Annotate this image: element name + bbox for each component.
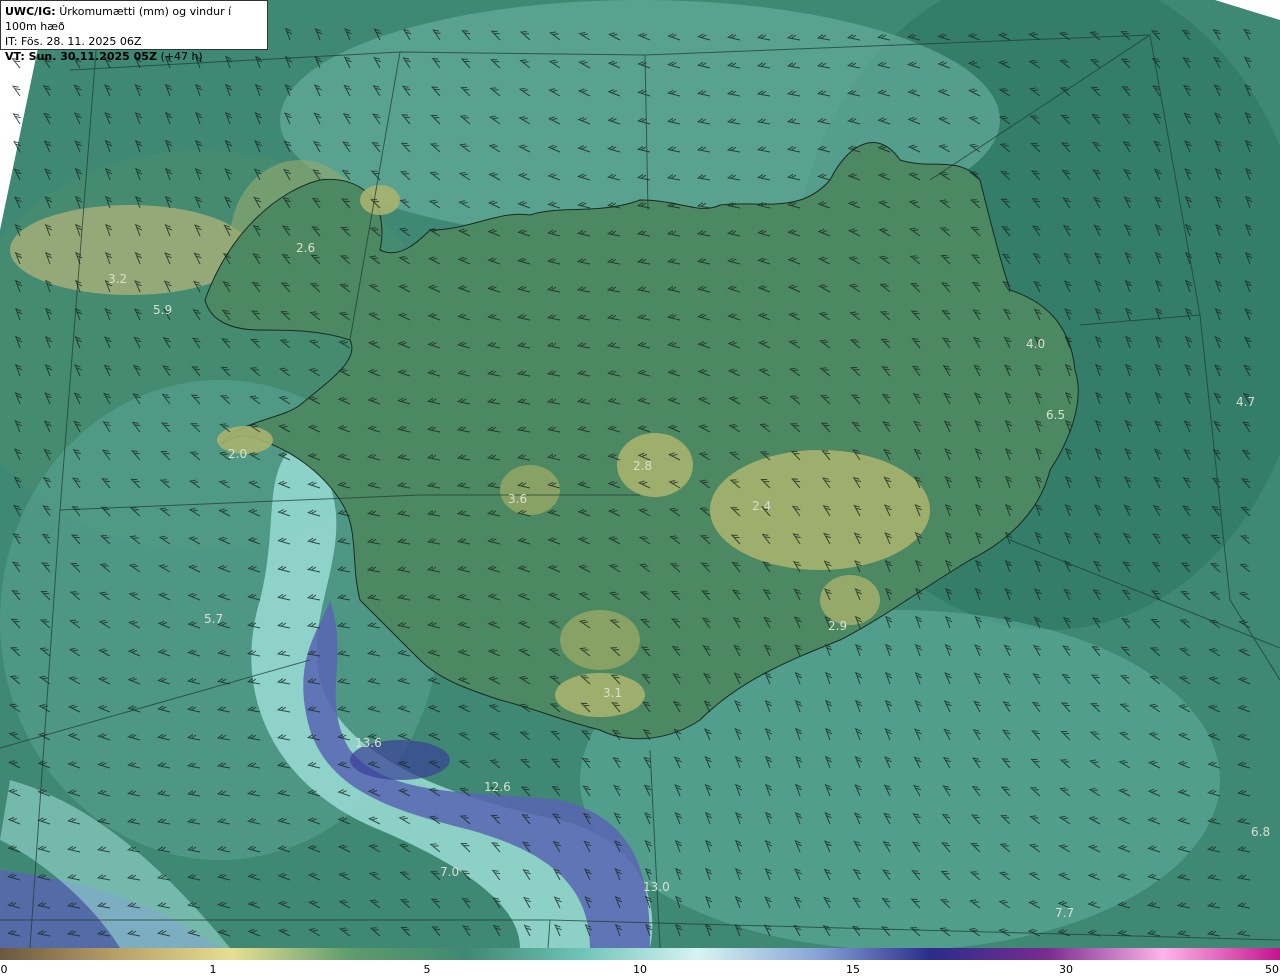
lead-time: (+47 h) bbox=[160, 50, 203, 63]
forecast-map: 3.2 5.9 2.6 2.0 3.6 2.8 4.0 6.5 4.7 2.9 … bbox=[0, 0, 1280, 948]
valid-time-line: VT: Sun. 30.11.2025 05Z (+47 h) bbox=[5, 49, 263, 64]
model-name: UWC/IG: bbox=[5, 5, 56, 18]
colorbar-tick: 1 bbox=[209, 963, 217, 976]
value-label: 2.4 bbox=[752, 499, 771, 513]
value-label: 2.8 bbox=[633, 459, 652, 473]
colorbar-tick: 0 bbox=[0, 963, 8, 976]
value-label: 12.6 bbox=[484, 780, 511, 794]
title-line: UWC/IG: Úrkomumætti (mm) og vindur í 100… bbox=[5, 4, 263, 34]
value-label: 4.0 bbox=[1026, 337, 1045, 351]
value-label: 7.7 bbox=[1055, 906, 1074, 920]
value-label: 2.9 bbox=[828, 619, 847, 633]
value-label: 5.7 bbox=[204, 612, 223, 626]
init-time: IT: Fös. 28. 11. 2025 06Z bbox=[5, 35, 142, 48]
colorbar-tick: 5 bbox=[423, 963, 431, 976]
value-label: 13.0 bbox=[643, 880, 670, 894]
colorbar-tick: 10 bbox=[633, 963, 647, 976]
value-label: 13.6 bbox=[355, 736, 382, 750]
value-label: 6.5 bbox=[1046, 408, 1065, 422]
colorbar bbox=[0, 948, 1280, 960]
value-label: 7.0 bbox=[440, 865, 459, 879]
colorbar-ticks: 0 1 5 10 15 30 50 bbox=[0, 960, 1280, 978]
colorbar-tick: 30 bbox=[1059, 963, 1073, 976]
value-label: 2.6 bbox=[296, 241, 315, 255]
map-header: UWC/IG: Úrkomumætti (mm) og vindur í 100… bbox=[0, 0, 268, 63]
value-label: 3.2 bbox=[108, 272, 127, 286]
value-label: 6.8 bbox=[1251, 825, 1270, 839]
valid-time: VT: Sun. 30.11.2025 05Z bbox=[5, 50, 157, 63]
value-label: 4.7 bbox=[1236, 395, 1255, 409]
value-label: 3.6 bbox=[508, 492, 527, 506]
value-label: 3.1 bbox=[603, 686, 622, 700]
value-label: 5.9 bbox=[153, 303, 172, 317]
colorbar-tick: 50 bbox=[1265, 963, 1279, 976]
value-label: 2.0 bbox=[228, 447, 247, 461]
colorbar-tick: 15 bbox=[846, 963, 860, 976]
